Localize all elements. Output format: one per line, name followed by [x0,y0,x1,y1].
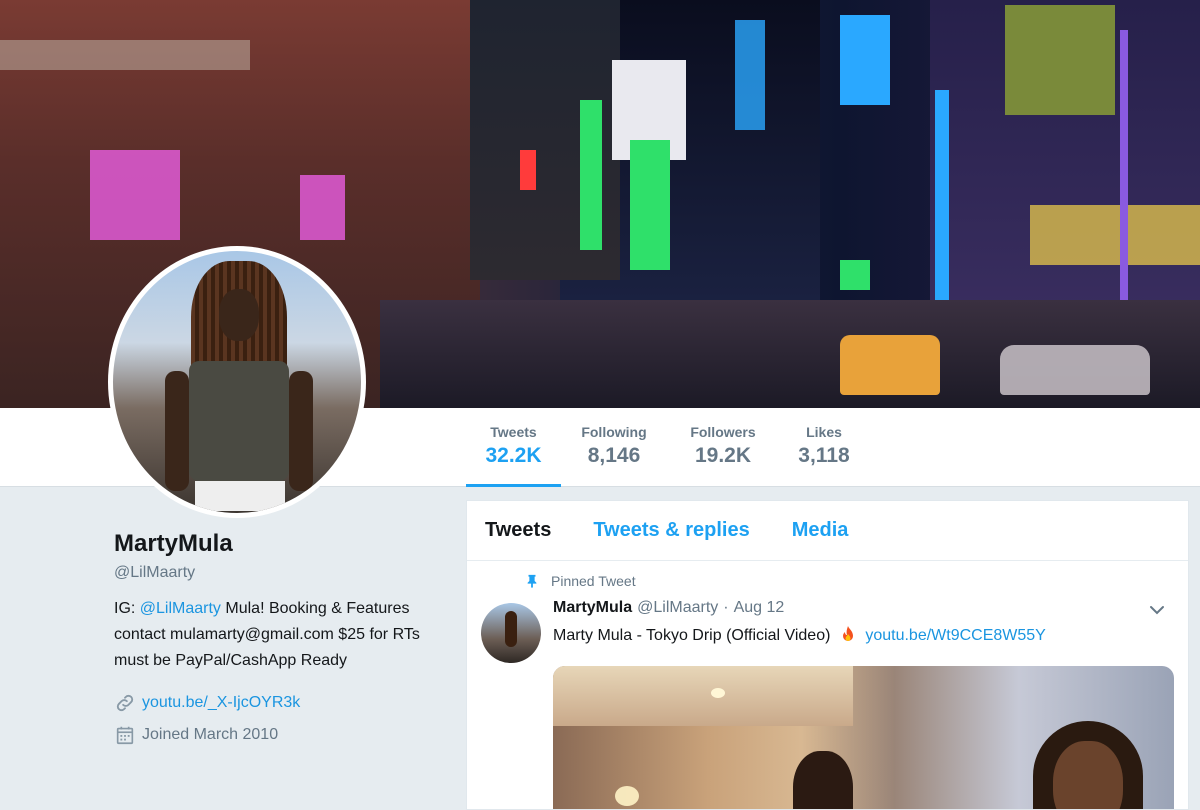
banner-neon-sign [520,150,536,190]
banner-neon-sign [840,260,870,290]
tweet-text: Marty Mula - Tokyo Drip (Official Video)… [553,625,1046,645]
fire-emoji-icon [842,626,853,641]
banner-window [90,150,180,240]
banner-neon-sign [1120,30,1128,330]
banner-neon-sign [580,100,602,250]
tweet-separator: · [723,599,729,616]
tweet-link[interactable]: youtu.be/Wt9CCE8W55Y [865,627,1046,644]
media-light [711,688,725,698]
stat-label: Followers [690,424,756,440]
banner-neon-sign [735,20,765,130]
profile-name[interactable]: MartyMula [114,530,454,558]
avatar-head [219,289,259,341]
tab-tweets[interactable]: Tweets [485,519,551,542]
stat-label: Likes [806,424,842,440]
banner-awning [0,40,250,70]
stat-label: Tweets [490,424,537,440]
link-icon [116,694,134,712]
banner-neon-sign [935,90,949,320]
avatar-waist [195,481,285,511]
calendar-icon [116,726,134,745]
stat-value: 3,118 [798,444,850,467]
pinned-tweet-label: Pinned Tweet [525,573,636,589]
tweet-media-video[interactable] [553,666,1174,809]
bio-mention-link[interactable]: @LilMaarty [140,600,221,617]
tweet-header: MartyMula @LilMaarty · Aug 12 [553,599,784,617]
profile-website: youtu.be/_X-IjcOYR3k [114,692,454,714]
timeline: Tweets Tweets & replies Media Pinned Twe… [466,500,1189,810]
banner-window [300,175,345,240]
banner-neon-sign [630,140,670,270]
media-person [793,751,853,809]
tweet-date[interactable]: Aug 12 [734,599,785,617]
tweet-author-handle[interactable]: @LilMaarty [637,599,718,617]
banner-neon-sign [840,15,890,105]
banner-car [1000,345,1150,395]
profile-joined-text: Joined March 2010 [142,726,279,743]
banner-taxi [840,335,940,395]
profile-joined: Joined March 2010 [114,724,454,746]
banner-neon-sign [1030,205,1200,265]
chevron-down-icon[interactable] [1148,601,1166,619]
stat-following[interactable]: Following 8,146 [568,408,660,487]
tab-tweets-replies[interactable]: Tweets & replies [593,519,749,542]
timeline-tabs: Tweets Tweets & replies Media [467,501,1188,561]
stat-label: Following [581,424,647,440]
pin-icon [527,574,537,588]
profile-bio: IG: @LilMaarty Mula! Booking & Features … [114,596,454,674]
banner-billboard [1005,5,1115,115]
stat-tweets[interactable]: Tweets 32.2K [466,408,561,487]
media-light [615,786,639,806]
avatar-arm [289,371,313,491]
profile-avatar[interactable] [108,246,366,518]
profile-card: MartyMula @LilMaarty IG: @LilMaarty Mula… [114,530,454,746]
bio-prefix: IG: [114,600,140,617]
stat-followers[interactable]: Followers 19.2K [678,408,768,487]
stat-likes[interactable]: Likes 3,118 [786,408,862,487]
tweet-author-name[interactable]: MartyMula [553,599,632,617]
profile-handle[interactable]: @LilMaarty [114,564,454,582]
avatar-arm [165,371,189,491]
stat-value: 8,146 [587,444,641,467]
stat-value: 32.2K [485,444,542,467]
media-ceiling [553,666,853,726]
avatar-vest [189,361,289,481]
pinned-label-text: Pinned Tweet [551,573,636,589]
media-person-face [1053,741,1123,809]
stat-value: 19.2K [694,444,752,467]
tab-media[interactable]: Media [792,519,849,542]
profile-website-link[interactable]: youtu.be/_X-IjcOYR3k [142,694,300,712]
tweet-text-body: Marty Mula - Tokyo Drip (Official Video) [553,627,831,644]
tweet-avatar[interactable] [481,603,541,663]
